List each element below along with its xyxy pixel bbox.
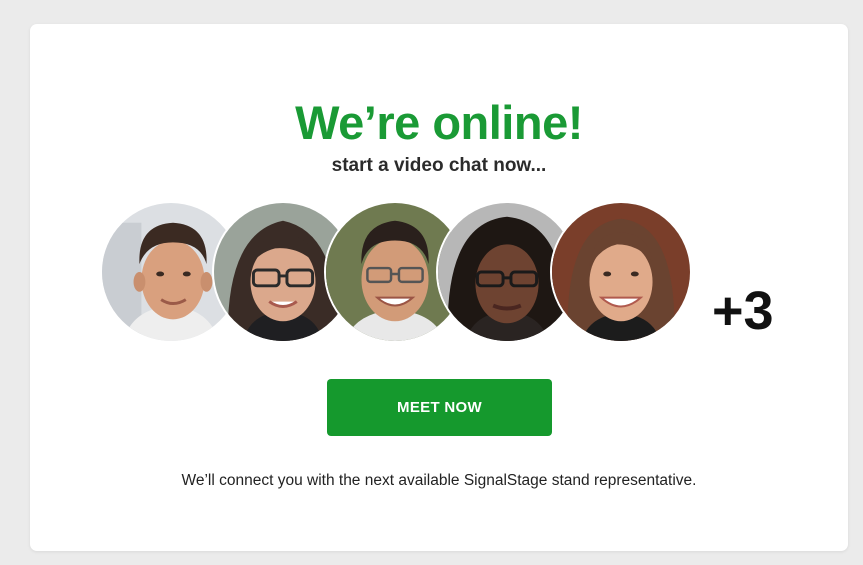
meet-now-button[interactable]: MEET NOW <box>327 379 552 436</box>
representative-avatars <box>100 201 740 346</box>
video-chat-subheading: start a video chat now... <box>331 155 547 176</box>
person-photo-icon <box>552 203 690 341</box>
more-representatives-count: +3 <box>712 281 774 341</box>
online-headline: We’re online! <box>295 96 583 149</box>
video-chat-card: We’re online! start a video chat now... <box>30 24 848 551</box>
avatar-representative-5 <box>550 201 692 343</box>
connection-info-text: We’ll connect you with the next availabl… <box>181 472 697 489</box>
